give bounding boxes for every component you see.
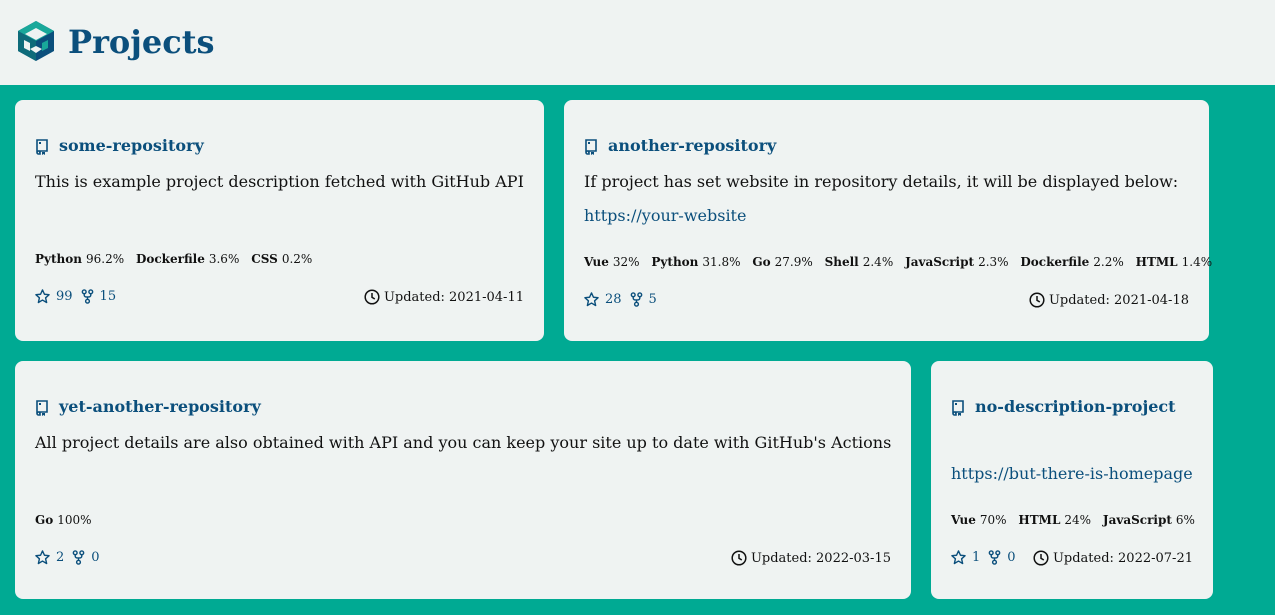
updated-date: Updated: 2021-04-18	[1048, 292, 1189, 308]
repo-link[interactable]: another-repository	[608, 136, 776, 155]
language-percent: 0.2%	[281, 252, 313, 266]
repo-link[interactable]: no-description-project	[975, 397, 1176, 416]
page-title: Projects	[68, 23, 215, 61]
language-name: Dockerfile	[1020, 255, 1090, 269]
forks-count: 0	[1007, 550, 1016, 565]
project-card: yet-another-repository All project detai…	[15, 361, 911, 599]
project-card: another-repository If project has set we…	[564, 100, 1212, 341]
project-card: some-repository This is example project …	[15, 100, 544, 341]
language-percent: 70%	[979, 513, 1007, 527]
project-description: All project details are also obtained wi…	[35, 433, 892, 452]
stars-count: 1	[972, 550, 981, 565]
updated-date: Updated: 2021-04-11	[383, 289, 524, 305]
updated-info: Updated: 2021-04-18	[1029, 292, 1189, 308]
website-link[interactable]: https://but-there-is-homepage	[951, 463, 1193, 485]
language-name: Go	[35, 513, 54, 527]
repo-icon	[36, 139, 48, 155]
language-name: Shell	[824, 255, 859, 269]
hexagon-logo-icon	[18, 21, 54, 61]
updated-date: Updated: 2022-03-15	[750, 550, 891, 566]
language-name: Vue	[951, 513, 976, 527]
clock-icon	[731, 550, 747, 566]
language-percent: 100%	[57, 513, 92, 527]
stars-link[interactable]: 28	[584, 292, 622, 307]
repo-link[interactable]: yet-another-repository	[59, 397, 261, 416]
language-list: Vue 32% Python 31.8% Go 27.9% Shell 2.4% Jav…	[584, 254, 1220, 270]
repo-icon	[952, 400, 964, 416]
language-percent: 6%	[1175, 513, 1195, 527]
stars-link[interactable]: 99	[35, 289, 73, 304]
stars-count: 28	[605, 292, 622, 307]
language-list: Vue 70% HTML 24% JavaScript 6%	[951, 512, 1203, 528]
fork-icon	[81, 289, 93, 304]
forks-count: 5	[648, 292, 657, 307]
project-description: This is example project description fetc…	[35, 172, 524, 191]
language-percent: 1.4%	[1181, 255, 1213, 269]
star-icon	[35, 550, 50, 565]
language-name: CSS	[251, 252, 278, 266]
updated-info: Updated: 2021-04-11	[364, 289, 524, 305]
fork-icon	[988, 550, 1001, 565]
language-percent: 2.2%	[1093, 255, 1124, 269]
language-percent: 2.3%	[978, 255, 1009, 269]
project-card: no-description-project https://but-there…	[931, 361, 1213, 599]
star-icon	[35, 289, 50, 304]
language-percent: 3.6%	[208, 252, 240, 266]
language-name: Python	[35, 252, 82, 266]
language-list: Go 100%	[35, 512, 100, 528]
stars-link[interactable]: 2	[35, 550, 64, 565]
website-link[interactable]: https://your-website	[584, 205, 746, 227]
clock-icon	[364, 289, 380, 305]
forks-link[interactable]: 5	[630, 292, 657, 307]
repo-icon	[36, 400, 48, 416]
language-percent: 27.9%	[774, 255, 813, 269]
updated-info: Updated: 2022-07-21	[1033, 550, 1193, 566]
project-description: If project has set website in repository…	[584, 172, 1179, 191]
language-list: Python 96.2% Dockerfile 3.6% CSS 0.2%	[35, 251, 320, 267]
language-percent: 96.2%	[86, 252, 125, 266]
language-percent: 31.8%	[702, 255, 741, 269]
clock-icon	[1033, 550, 1049, 566]
language-name: Python	[651, 255, 699, 269]
language-name: Go	[752, 255, 771, 269]
forks-link[interactable]: 0	[72, 550, 100, 565]
stars-count: 99	[56, 289, 73, 304]
language-percent: 2.4%	[862, 255, 894, 269]
repo-icon	[585, 139, 597, 155]
forks-count: 0	[91, 550, 100, 565]
forks-link[interactable]: 0	[988, 550, 1016, 565]
language-name: Vue	[584, 255, 609, 269]
forks-link[interactable]: 15	[81, 289, 117, 304]
updated-info: Updated: 2022-03-15	[731, 550, 891, 566]
language-name: JavaScript	[905, 255, 975, 269]
fork-icon	[630, 292, 642, 307]
clock-icon	[1029, 292, 1045, 308]
stars-link[interactable]: 1	[951, 550, 980, 565]
language-percent: 24%	[1064, 513, 1092, 527]
language-name: HTML	[1018, 513, 1061, 527]
language-name: HTML	[1135, 255, 1178, 269]
language-name: Dockerfile	[135, 252, 205, 266]
updated-date: Updated: 2022-07-21	[1052, 550, 1193, 566]
star-icon	[951, 550, 966, 565]
forks-count: 15	[99, 289, 117, 304]
page-header: Projects	[0, 0, 1275, 85]
stars-count: 2	[56, 550, 65, 565]
language-percent: 32%	[612, 255, 640, 269]
fork-icon	[72, 550, 85, 565]
star-icon	[584, 292, 599, 307]
repo-link[interactable]: some-repository	[59, 136, 204, 155]
language-name: JavaScript	[1102, 513, 1172, 527]
